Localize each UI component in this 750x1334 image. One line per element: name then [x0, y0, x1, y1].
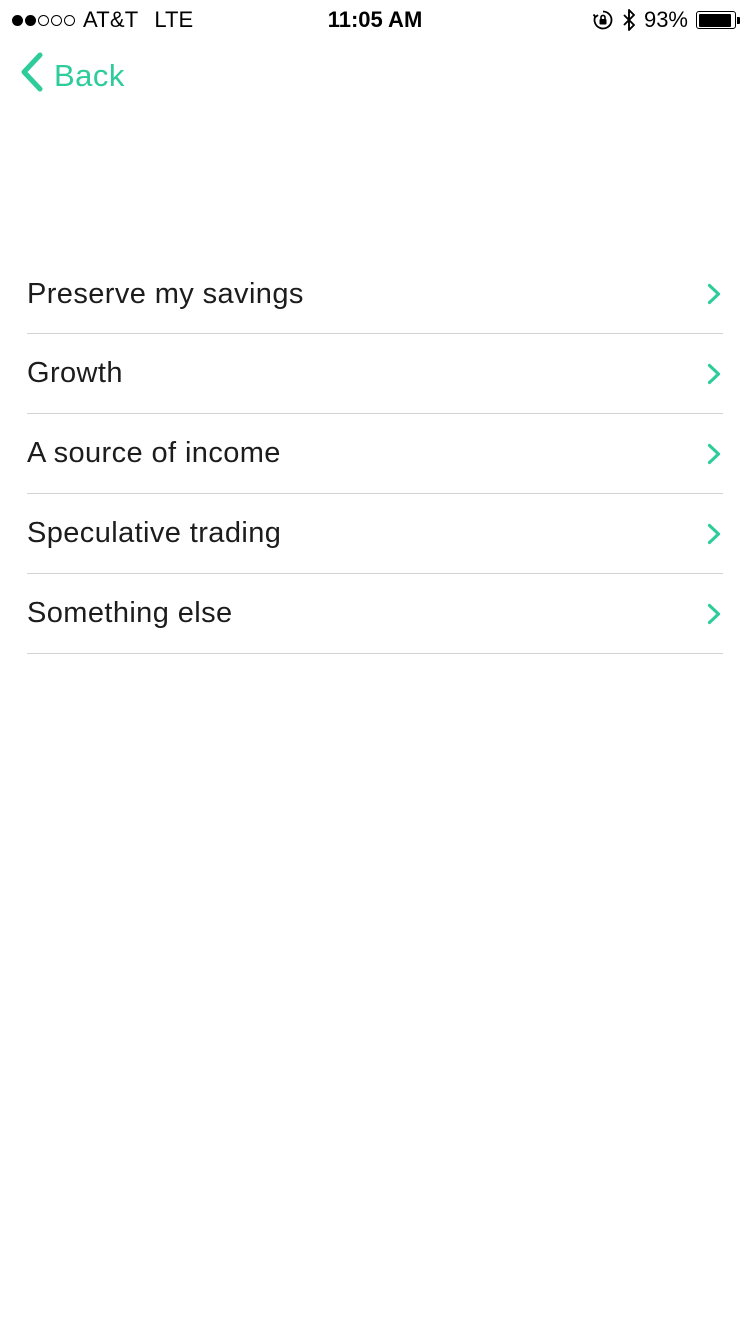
status-right: 93% [592, 0, 740, 40]
status-bar: AT&T LTE 11:05 AM 93% [0, 0, 750, 40]
chevron-right-icon [707, 523, 721, 545]
option-label: Something else [27, 597, 233, 629]
battery-tip [737, 16, 740, 24]
battery-percent: 93% [643, 7, 688, 32]
option-something-else[interactable]: Something else [27, 574, 723, 654]
options-list: Preserve my savings Growth A source of i… [27, 255, 723, 654]
back-label: Back [54, 58, 125, 93]
option-label: A source of income [27, 437, 281, 469]
chevron-right-icon [707, 603, 721, 625]
option-preserve-savings[interactable]: Preserve my savings [27, 255, 723, 334]
option-growth[interactable]: Growth [27, 334, 723, 414]
battery-body [696, 11, 736, 29]
chevron-left-icon [20, 52, 44, 100]
option-source-of-income[interactable]: A source of income [27, 414, 723, 494]
bluetooth-icon [622, 8, 636, 32]
option-label: Growth [27, 357, 123, 389]
option-label: Preserve my savings [27, 277, 304, 310]
battery-fill [698, 13, 732, 27]
option-label: Speculative trading [27, 517, 282, 549]
battery-icon [696, 11, 740, 29]
rotation-lock-icon [592, 9, 614, 31]
screen: AT&T LTE 11:05 AM 93% Back Preserve my s… [0, 0, 750, 1334]
back-button[interactable]: Back [20, 52, 125, 100]
chevron-right-icon [707, 443, 721, 465]
chevron-right-icon [707, 283, 721, 305]
option-speculative-trading[interactable]: Speculative trading [27, 494, 723, 574]
chevron-right-icon [707, 363, 721, 385]
